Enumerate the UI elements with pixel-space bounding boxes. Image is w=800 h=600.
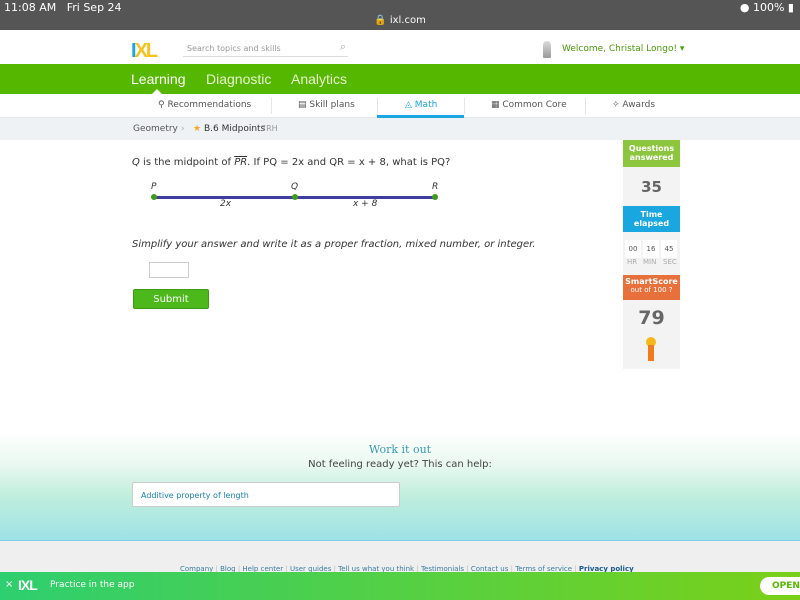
tab-common-core[interactable]: ▦ Common Core — [491, 100, 567, 110]
timer-hours: 00 — [625, 240, 641, 258]
time-elapsed-label: Time elapsed — [623, 206, 680, 232]
breadcrumb-geometry[interactable]: Geometry — [133, 124, 178, 134]
status-time: 11:08 AM Fri Sep 24 — [4, 1, 122, 14]
battery: ● 100% ▮ — [739, 1, 794, 14]
open-app-button[interactable]: OPEN — [760, 577, 800, 595]
point-label-r: R — [432, 182, 439, 192]
smartscore-header: SmartScore out of 100 ? — [623, 275, 680, 300]
skill-code: 7RH — [261, 124, 278, 133]
lock-icon: 🔒 — [374, 15, 387, 26]
questions-answered-label: Questions answered — [623, 140, 680, 167]
tab-recommendations[interactable]: ⚲ Recommendations — [158, 100, 251, 110]
help-link-additive-property[interactable]: Additive property of length — [132, 482, 400, 507]
label-pq: 2x — [220, 199, 232, 209]
tab-math[interactable]: ◬ Math — [405, 100, 437, 110]
question-text: Q is the midpoint of PR. If PQ = 2x and … — [132, 157, 451, 168]
banner-text: Practice in the app — [50, 580, 135, 590]
answer-input[interactable] — [149, 262, 189, 278]
submit-button[interactable]: Submit — [133, 289, 209, 309]
skill-name: B.6 Midpoints — [204, 124, 266, 134]
star-icon: ★ — [193, 124, 202, 134]
segment-diagram: P Q R 2x x + 8 — [140, 180, 450, 215]
point-r — [432, 194, 438, 200]
close-icon[interactable]: × — [5, 579, 13, 590]
user-menu[interactable]: Welcome, Christal Longo! ▾ — [562, 44, 684, 54]
label-qr: x + 8 — [353, 199, 378, 209]
tab-awards[interactable]: ✧ Awards — [612, 100, 655, 110]
timer-minutes: 16 — [643, 240, 659, 258]
point-q — [292, 194, 298, 200]
point-label-q: Q — [291, 182, 299, 192]
point-p — [151, 194, 157, 200]
nav-diagnostic[interactable]: Diagnostic — [206, 71, 271, 87]
breadcrumb: Geometry › ★ B.6 Midpoints 7RH — [0, 118, 800, 140]
main-nav: Learning Diagnostic Analytics — [0, 64, 800, 94]
work-subtitle: Not feeling ready yet? This can help: — [308, 459, 492, 470]
questions-answered-count: 35 — [641, 178, 662, 196]
header: IXL Search topics and skills ⌕ Welcome, C… — [0, 30, 800, 64]
work-title: Work it out — [368, 443, 432, 456]
footer: Company | Blog | Help center | User guid… — [0, 540, 800, 573]
smartscore-label: SmartScore — [625, 277, 678, 286]
smartscore-value: 79 — [638, 307, 665, 329]
ixl-logo-small: IXL — [18, 577, 38, 593]
instructions: Simplify your answer and write it as a p… — [132, 239, 536, 250]
point-label-p: P — [151, 182, 157, 192]
hr-label: HR — [627, 258, 638, 266]
timer-seconds: 45 — [661, 240, 677, 258]
sub-nav: ⚲ Recommendations ▤ Skill plans ◬ Math ▦… — [0, 94, 800, 118]
chevron-right-icon: › — [181, 124, 185, 134]
min-label: MIN — [643, 258, 657, 266]
search-icon[interactable]: ⌕ — [340, 40, 346, 54]
score-sidebar: Questions answered 35 Time elapsed 00 16… — [623, 140, 680, 369]
url-bar[interactable]: 🔒 ixl.com — [0, 15, 800, 26]
work-it-out-section: Work it out Not feeling ready yet? This … — [0, 432, 800, 540]
status-bar: 11:08 AM Fri Sep 24 ● 100% ▮ 🔒 ixl.com — [0, 0, 800, 30]
nav-learning[interactable]: Learning — [131, 71, 186, 87]
smartscore-sub[interactable]: out of 100 ? — [623, 286, 680, 294]
search-input[interactable]: Search topics and skills ⌕ — [183, 40, 348, 57]
rocket-avatar-icon — [543, 41, 551, 58]
app-banner: × IXL Practice in the app OPEN — [0, 572, 800, 600]
tab-skill-plans[interactable]: ▤ Skill plans — [298, 100, 355, 110]
sec-label: SEC — [663, 258, 677, 266]
help-icon[interactable]: ? — [669, 286, 673, 294]
ixl-logo[interactable]: IXL — [131, 40, 158, 63]
nav-analytics[interactable]: Analytics — [291, 71, 347, 87]
ribbon-tail — [648, 345, 654, 361]
